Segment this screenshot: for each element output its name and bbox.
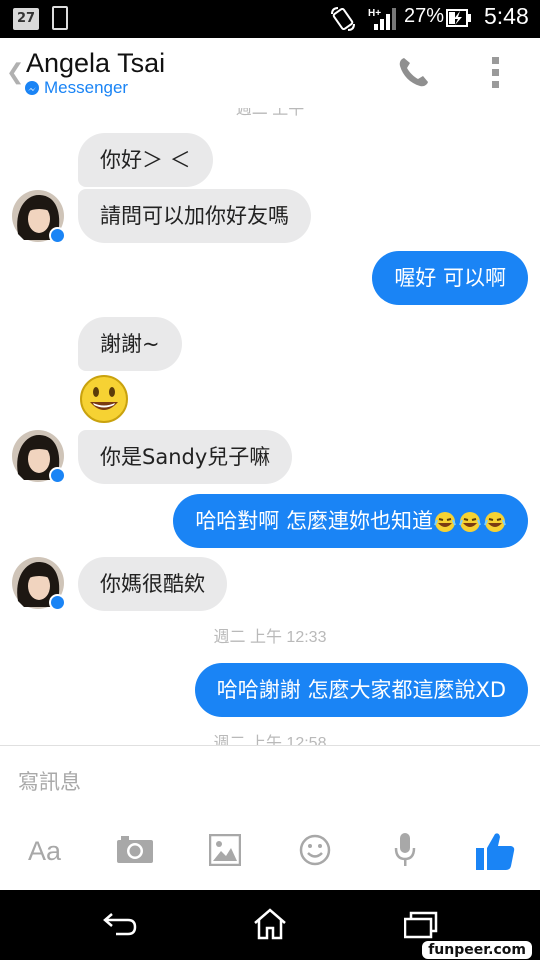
signal-icon: H+ xyxy=(368,8,396,30)
messenger-badge-icon xyxy=(49,467,66,484)
chevron-left-icon[interactable]: ❮ xyxy=(6,60,24,85)
camera-icon[interactable] xyxy=(116,834,154,864)
smiley-emoji[interactable] xyxy=(79,374,129,424)
contact-name[interactable]: Angela Tsai xyxy=(26,48,165,79)
message-list[interactable]: 週二 上午 你好＞ ＜ 請問可以加你好友嗎 喔好 可以啊 謝謝~ 你是Sandy… xyxy=(0,108,540,745)
rotate-icon xyxy=(331,7,355,31)
timestamp: 週二 上午 12:33 xyxy=(213,629,327,646)
messenger-subtitle: Messenger xyxy=(44,78,129,97)
message-bubble-outgoing[interactable]: 哈哈謝謝 怎麼大家都這麼說XD xyxy=(194,663,528,717)
clock: 5:48 xyxy=(484,3,529,29)
signal-type-label: H+ xyxy=(368,8,381,19)
composer: 寫訊息 Aa xyxy=(0,745,540,891)
timestamp-partial-top: 週二 上午 xyxy=(235,108,305,118)
emoji-icon[interactable] xyxy=(299,834,331,866)
message-bubble-incoming[interactable]: 你是Sandy兒子嘛 xyxy=(78,430,293,484)
message-input[interactable]: 寫訊息 xyxy=(18,766,81,796)
microphone-icon[interactable] xyxy=(394,832,416,868)
laughing-emoji xyxy=(434,512,506,532)
image-icon[interactable] xyxy=(209,834,241,866)
thumbs-up-icon[interactable] xyxy=(474,830,516,872)
status-bar: 27 H+ 27% 5:48 xyxy=(0,0,540,38)
battery-percent: 27% xyxy=(404,5,445,27)
back-icon[interactable] xyxy=(102,910,138,938)
message-bubble-outgoing[interactable]: 喔好 可以啊 xyxy=(372,251,528,305)
phone-icon xyxy=(52,6,68,30)
phone-call-icon[interactable] xyxy=(396,54,432,90)
message-bubble-outgoing[interactable]: 哈哈對啊 怎麼連妳也知道 xyxy=(173,494,528,548)
system-nav-bar: funpeer.com xyxy=(0,890,540,960)
messenger-badge-icon xyxy=(49,594,66,611)
message-bubble-incoming[interactable]: 你好＞ ＜ xyxy=(78,133,213,187)
timestamp-partial: 週二 上午 12:58 xyxy=(213,735,327,745)
more-vertical-icon[interactable] xyxy=(490,56,502,90)
message-bubble-incoming[interactable]: 你媽很酷欸 xyxy=(78,557,227,611)
avatar[interactable] xyxy=(12,190,66,244)
messenger-badge-icon xyxy=(49,227,66,244)
battery-charging-icon xyxy=(446,9,471,27)
calendar-icon: 27 xyxy=(13,8,39,30)
avatar[interactable] xyxy=(12,430,66,484)
avatar[interactable] xyxy=(12,557,66,611)
messenger-icon xyxy=(25,81,39,95)
recent-apps-icon[interactable] xyxy=(404,909,438,939)
message-bubble-incoming[interactable]: 謝謝~ xyxy=(78,317,182,371)
watermark: funpeer.com xyxy=(422,941,532,959)
message-text: 哈哈對啊 怎麼連妳也知道 xyxy=(195,509,433,533)
home-icon[interactable] xyxy=(252,907,288,941)
conversation-header: ❮ Angela Tsai Messenger xyxy=(0,38,540,109)
message-bubble-incoming[interactable]: 請問可以加你好友嗎 xyxy=(78,189,311,243)
text-format-icon[interactable]: Aa xyxy=(28,836,61,867)
